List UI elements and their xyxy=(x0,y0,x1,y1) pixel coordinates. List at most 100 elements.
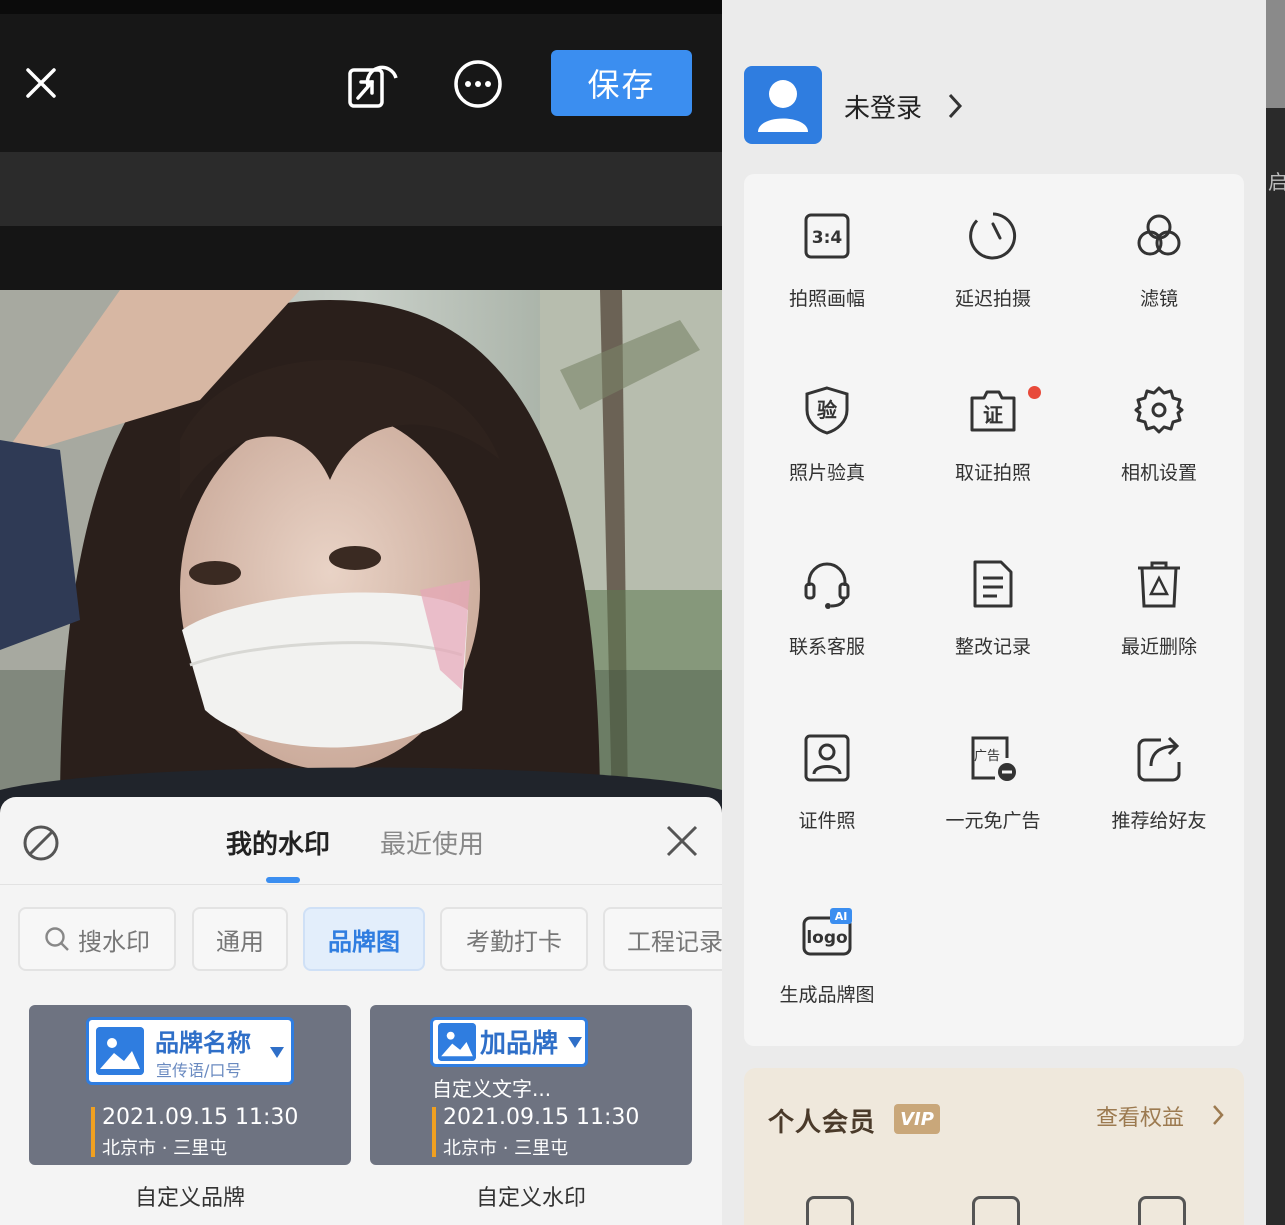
avatar[interactable] xyxy=(744,66,822,144)
chevron-right-icon[interactable] xyxy=(1212,1104,1224,1126)
document-icon xyxy=(973,560,1013,608)
image-icon xyxy=(438,1023,476,1061)
photo-editor: 保存 我的水印 最近使用 搜水印 通用 品牌图 考勤打卡 工程记录 品牌名称 宣… xyxy=(0,0,722,1225)
menu-item-evidence-photo[interactable]: 证 取证拍照 xyxy=(910,348,1076,488)
accent-bar xyxy=(432,1107,436,1157)
menu-item-remove-ads[interactable]: 广告 一元免广告 xyxy=(910,696,1076,836)
custom-text: 自定义文字... xyxy=(432,1077,552,1101)
svg-text:3:4: 3:4 xyxy=(812,228,843,248)
close-sheet-icon[interactable] xyxy=(664,823,700,859)
side-menu: 未登录 3:4 拍照画幅 延迟拍摄 滤镜 验 照片验真 证 取证拍照 相机设置 … xyxy=(722,0,1266,1225)
no-watermark-icon[interactable] xyxy=(22,824,60,862)
menu-item-label: 取证拍照 xyxy=(954,462,1031,484)
svg-text:验: 验 xyxy=(817,398,837,422)
user-icon xyxy=(758,80,808,132)
vip-badge: VIP xyxy=(894,1104,940,1134)
menu-item-customer-service[interactable]: 联系客服 xyxy=(744,522,910,662)
watermark-card-custom-text[interactable]: 加品牌 自定义文字... 2021.09.15 11:30 北京市 · 三里屯 xyxy=(370,1005,692,1165)
editor-toolbar: 保存 xyxy=(0,0,722,152)
menu-item-label: 证件照 xyxy=(798,810,856,832)
vip-title: 个人会员 xyxy=(768,1108,877,1138)
svg-text:logo: logo xyxy=(806,928,847,948)
menu-item-delay-shot[interactable]: 延迟拍摄 xyxy=(910,174,1076,314)
tab-recently-used[interactable]: 最近使用 xyxy=(380,824,484,861)
headset-icon xyxy=(804,562,850,609)
close-icon[interactable] xyxy=(22,64,60,102)
card-location: 北京市 · 三里屯 xyxy=(443,1138,569,1159)
menu-item-recently-deleted[interactable]: 最近删除 xyxy=(1076,522,1242,662)
dropdown-icon xyxy=(270,1047,284,1058)
menu-grid: 3:4 拍照画幅 延迟拍摄 滤镜 验 照片验真 证 取证拍照 相机设置 联系客服… xyxy=(744,174,1244,1046)
filter-icon xyxy=(1137,214,1181,256)
search-icon xyxy=(45,927,69,951)
menu-item-label: 延迟拍摄 xyxy=(954,288,1031,310)
card-datetime: 2021.09.15 11:30 xyxy=(443,1105,640,1130)
svg-text:广告: 广告 xyxy=(974,749,1000,764)
ai-logo-icon: logo AI xyxy=(802,908,852,956)
menu-item-generate-brand[interactable]: logo AI 生成品牌图 xyxy=(744,870,910,1010)
id-photo-icon xyxy=(804,734,850,782)
menu-item-label: 照片验真 xyxy=(788,462,865,484)
save-button[interactable]: 保存 xyxy=(551,50,692,116)
notification-dot xyxy=(1028,386,1041,399)
menu-item-filter[interactable]: 滤镜 xyxy=(1076,174,1242,314)
vip-stamp-icon xyxy=(972,1196,1020,1225)
category-brand[interactable]: 品牌图 xyxy=(303,907,425,971)
accent-bar xyxy=(91,1107,95,1157)
menu-item-label: 整改记录 xyxy=(954,636,1031,658)
evidence-camera-icon: 证 xyxy=(970,390,1016,432)
menu-item-aspect-ratio[interactable]: 3:4 拍照画幅 xyxy=(744,174,910,314)
brand-slogan: 宣传语/口号 xyxy=(156,1061,242,1080)
svg-text:证: 证 xyxy=(983,403,1003,427)
chevron-right-icon[interactable] xyxy=(947,92,963,120)
search-label: 搜水印 xyxy=(78,927,150,956)
login-status[interactable]: 未登录 xyxy=(844,88,922,125)
menu-item-label: 生成品牌图 xyxy=(779,984,875,1006)
menu-item-rectification[interactable]: 整改记录 xyxy=(910,522,1076,662)
category-general[interactable]: 通用 xyxy=(192,907,288,971)
share-friend-icon xyxy=(1137,736,1181,782)
tab-my-watermarks[interactable]: 我的水印 xyxy=(226,824,330,861)
vip-benefits-link[interactable]: 查看权益 xyxy=(1096,1100,1184,1132)
timer-icon xyxy=(969,212,1017,260)
search-watermark-chip[interactable]: 搜水印 xyxy=(18,907,176,971)
category-engineering[interactable]: 工程记录 xyxy=(603,907,722,971)
verify-shield-icon: 验 xyxy=(805,386,849,435)
vip-stamp-icon xyxy=(806,1196,854,1225)
sheet-divider xyxy=(0,884,722,885)
more-icon[interactable] xyxy=(450,56,506,112)
menu-item-label: 一元免广告 xyxy=(945,810,1041,832)
watermark-card-custom-brand[interactable]: 品牌名称 宣传语/口号 2021.09.15 11:30 北京市 · 三里屯 xyxy=(29,1005,351,1165)
category-attendance[interactable]: 考勤打卡 xyxy=(440,907,588,971)
menu-item-photo-verify[interactable]: 验 照片验真 xyxy=(744,348,910,488)
card-location: 北京市 · 三里屯 xyxy=(102,1138,228,1159)
menu-item-id-photo[interactable]: 证件照 xyxy=(744,696,910,836)
gear-icon xyxy=(1134,386,1184,434)
menu-item-label: 联系客服 xyxy=(788,636,865,658)
editor-subbar xyxy=(0,152,722,226)
image-icon xyxy=(96,1027,144,1075)
menu-item-camera-settings[interactable]: 相机设置 xyxy=(1076,348,1242,488)
brand-name: 品牌名称 xyxy=(155,1029,251,1057)
edge-text: 启 xyxy=(1268,170,1285,194)
vip-card[interactable]: 个人会员 VIP 查看权益 xyxy=(744,1068,1244,1225)
menu-item-label: 最近删除 xyxy=(1120,636,1197,658)
menu-item-label: 相机设置 xyxy=(1120,462,1197,484)
share-icon[interactable] xyxy=(346,56,402,112)
active-tab-indicator xyxy=(266,877,300,883)
aspect-ratio-icon: 3:4 xyxy=(804,213,850,259)
card-datetime: 2021.09.15 11:30 xyxy=(102,1105,299,1130)
remove-ads-icon: 广告 xyxy=(971,736,1016,781)
card-caption: 自定义品牌 xyxy=(134,1186,245,1211)
brand-name: 加品牌 xyxy=(480,1029,559,1059)
dropdown-icon xyxy=(568,1037,582,1048)
svg-text:AI: AI xyxy=(835,910,848,923)
menu-item-label: 拍照画幅 xyxy=(788,288,865,310)
trash-icon xyxy=(1138,561,1180,608)
vip-stamp-icon xyxy=(1138,1196,1186,1225)
menu-item-label: 滤镜 xyxy=(1139,288,1178,310)
menu-item-label: 推荐给好友 xyxy=(1111,810,1207,832)
menu-item-recommend[interactable]: 推荐给好友 xyxy=(1076,696,1242,836)
selfie-photo xyxy=(0,290,722,810)
card-caption: 自定义水印 xyxy=(475,1186,586,1211)
